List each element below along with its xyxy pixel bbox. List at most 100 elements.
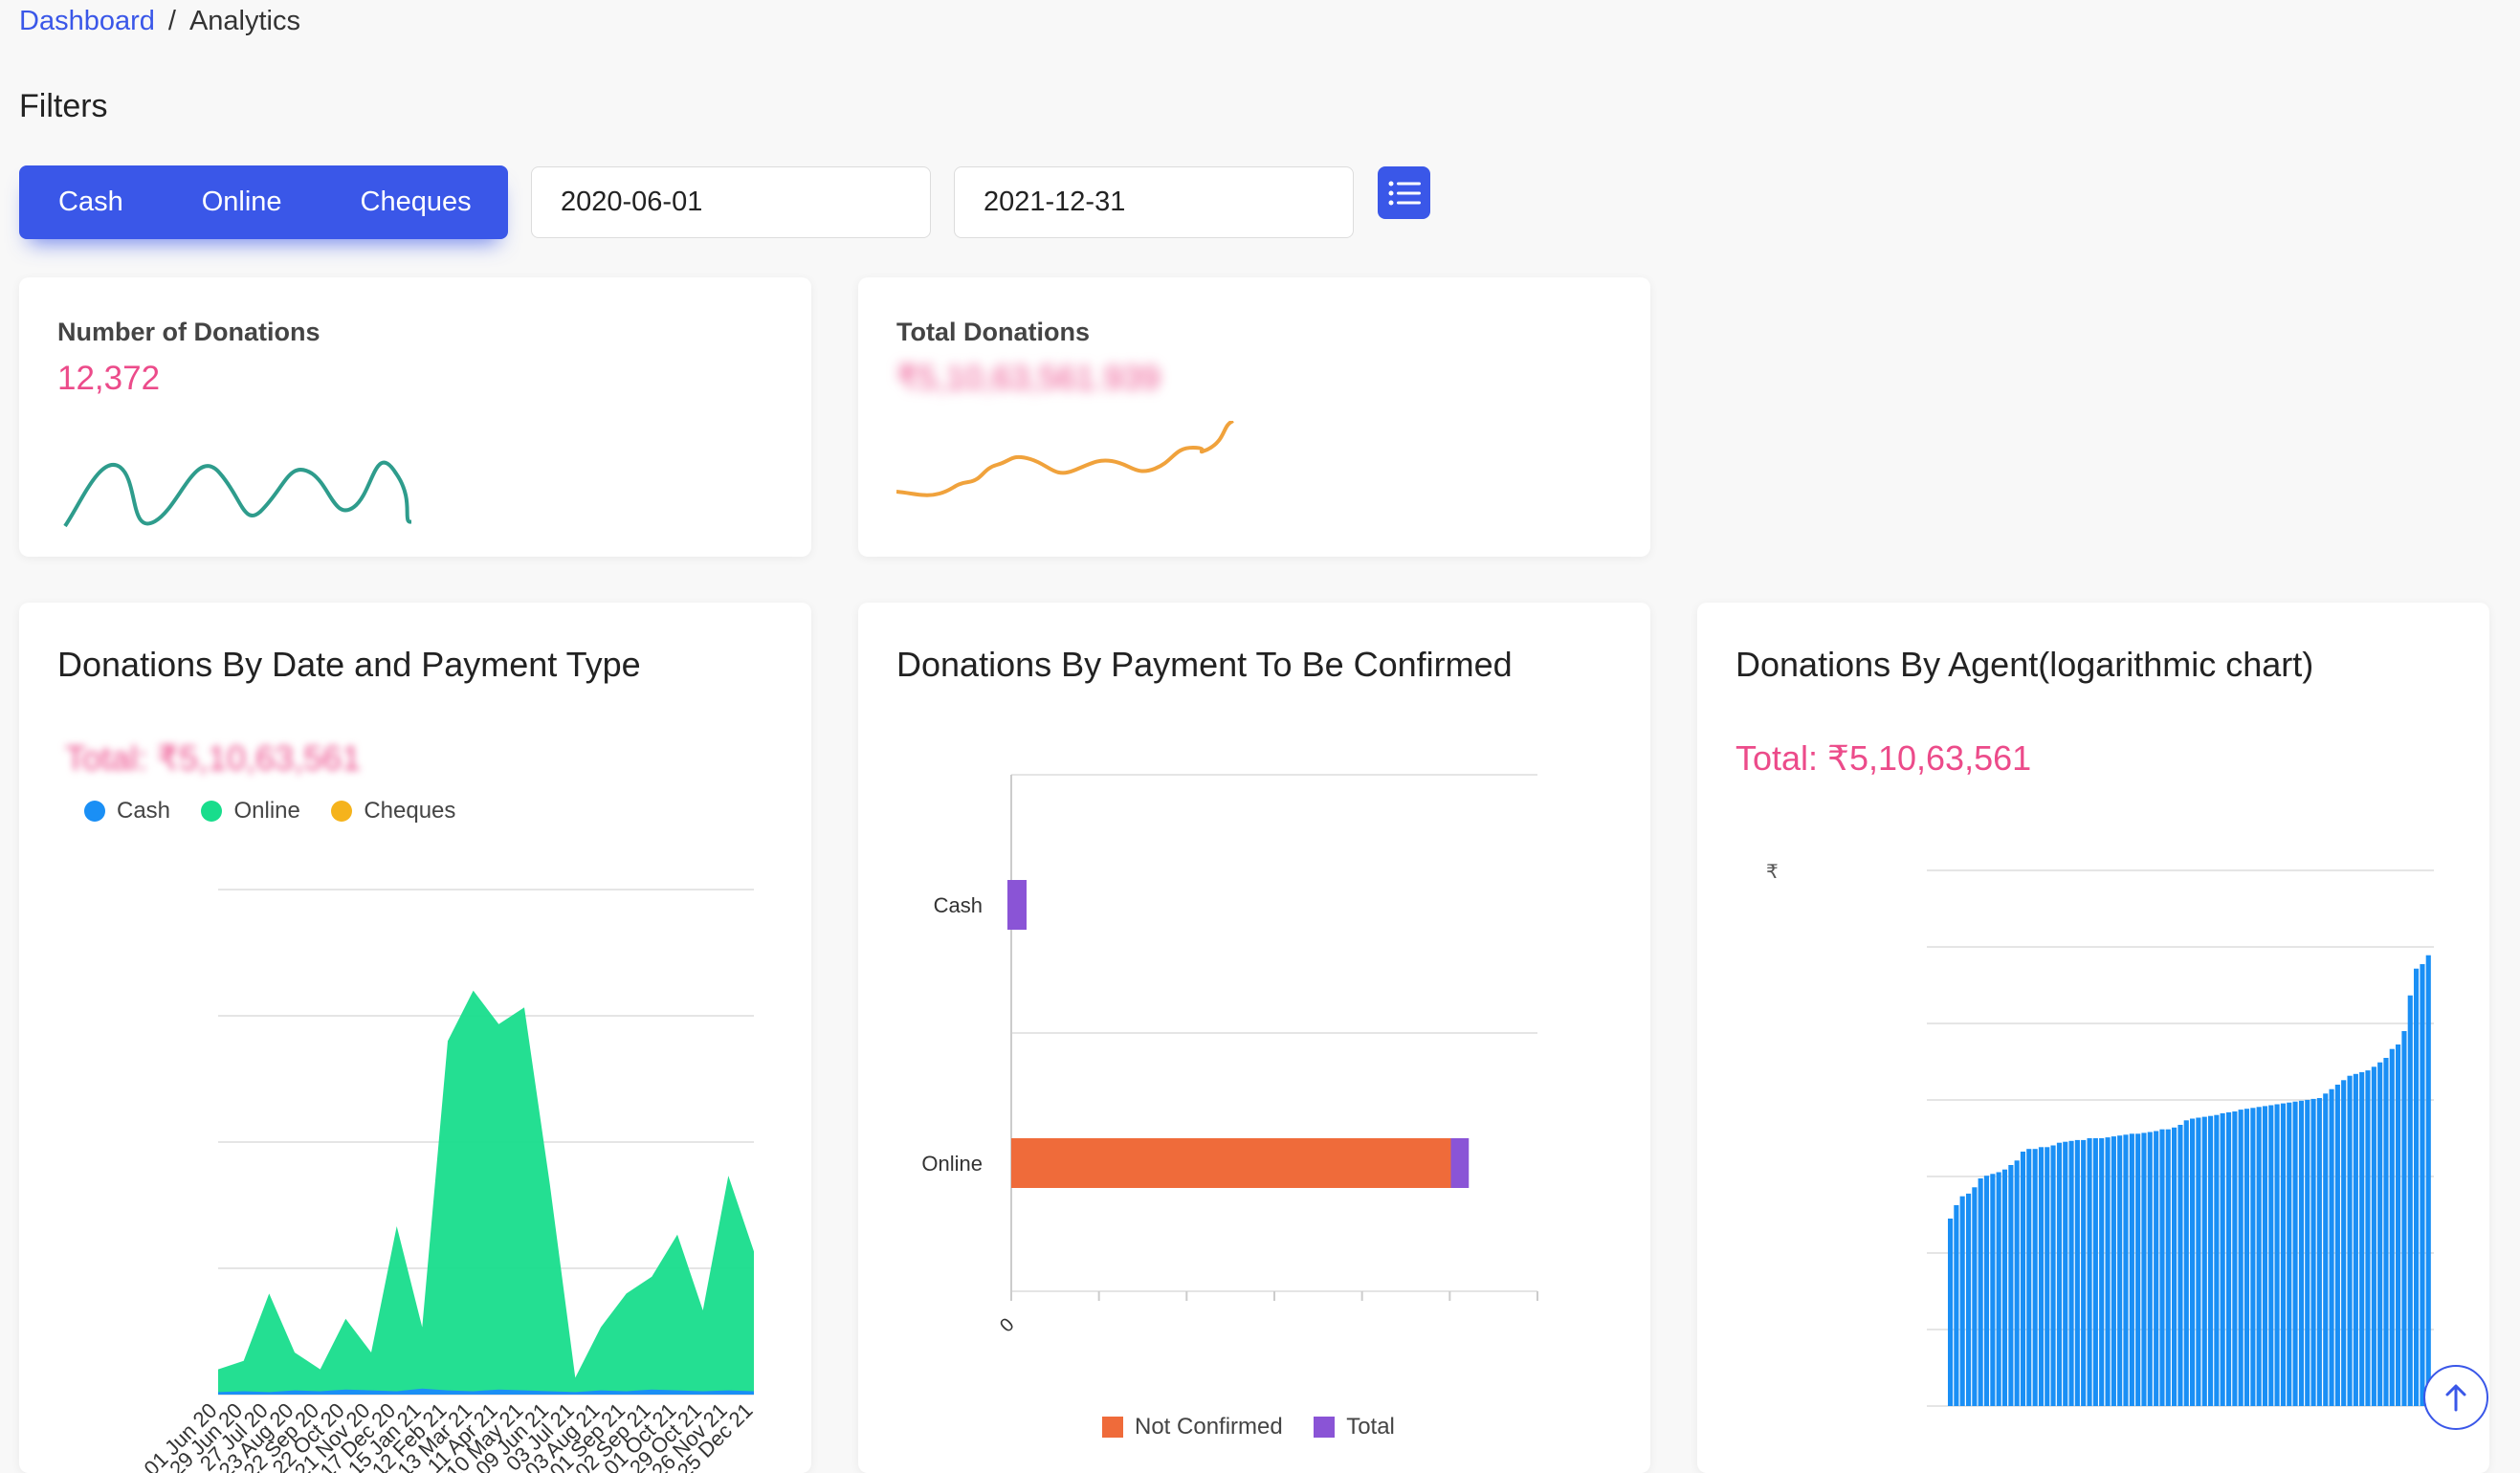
agent-bar xyxy=(2274,1104,2280,1406)
agent-bar xyxy=(2244,1109,2250,1406)
agent-bar xyxy=(2129,1133,2134,1406)
agent-bar xyxy=(2117,1135,2123,1406)
number-of-donations-label: Number of Donations xyxy=(57,318,321,346)
legend-item-cash[interactable]: Cash xyxy=(84,798,170,824)
agent-bar xyxy=(2268,1105,2274,1406)
agent-bar xyxy=(2201,1116,2207,1406)
agent-bar xyxy=(2425,955,2431,1406)
start-date-input[interactable] xyxy=(531,166,931,238)
agent-bar xyxy=(2068,1140,2074,1406)
x-tick-label: 0 xyxy=(996,1314,1018,1336)
agent-bar xyxy=(2208,1115,2214,1406)
agent-bar xyxy=(2377,1062,2383,1406)
donations-by-date-chart: 01 Jun 2029 Jun 2027 Jul 2023 Aug 2022 S… xyxy=(140,889,758,1473)
filters-title: Filters xyxy=(19,88,108,124)
agent-bar xyxy=(2063,1141,2068,1406)
y-category-label: Online xyxy=(921,1152,983,1176)
agent-bar xyxy=(2298,1100,2305,1406)
agent-bar xyxy=(2001,1169,2008,1406)
agent-bar xyxy=(1954,1205,1959,1406)
end-date-input[interactable] xyxy=(954,166,1354,238)
agent-bar xyxy=(1983,1176,1990,1406)
legend-dot-cheques xyxy=(331,801,353,822)
legend-label-online: Online xyxy=(233,798,300,824)
agent-bar xyxy=(2347,1075,2353,1406)
agent-bar xyxy=(2334,1085,2340,1406)
agent-bar xyxy=(2414,968,2420,1406)
agent-bar xyxy=(2177,1125,2183,1406)
list-view-button[interactable] xyxy=(1378,166,1430,219)
legend-dot-cash xyxy=(84,801,105,822)
donations-by-date-total: Total: ₹5,10,63,561 xyxy=(65,738,361,779)
agent-bar xyxy=(2123,1134,2129,1406)
breadcrumb: Dashboard / Analytics xyxy=(19,6,300,37)
agent-bar xyxy=(2045,1147,2050,1406)
breadcrumb-dashboard-link[interactable]: Dashboard xyxy=(19,6,155,36)
agent-bar xyxy=(2008,1165,2014,1406)
legend-item-online[interactable]: Online xyxy=(201,798,300,824)
payment-to-be-confirmed-title: Donations By Payment To Be Confirmed xyxy=(896,645,1513,684)
agent-bar xyxy=(2316,1098,2322,1406)
agent-bar xyxy=(2196,1117,2201,1406)
agent-bar xyxy=(2420,964,2425,1406)
cash-toggle-button[interactable]: Cash xyxy=(19,187,163,218)
agent-bar xyxy=(2359,1071,2365,1406)
agent-bar xyxy=(2165,1129,2171,1406)
agent-bar xyxy=(2389,1048,2395,1406)
legend-item-cheques[interactable]: Cheques xyxy=(331,798,455,824)
cheques-toggle-button[interactable]: Cheques xyxy=(321,187,511,218)
agent-bar xyxy=(2226,1111,2232,1406)
agent-bar xyxy=(2135,1133,2141,1406)
agent-bar xyxy=(1948,1219,1954,1406)
legend-swatch-total xyxy=(1314,1417,1336,1438)
donations-by-date-total-text: Total: ₹5,10,63,561 xyxy=(65,738,362,778)
agent-bar xyxy=(2190,1118,2196,1406)
payment-to-be-confirmed-legend: Not Confirmed Total xyxy=(1102,1414,1422,1442)
series-online-area xyxy=(218,990,754,1395)
agent-bar xyxy=(1978,1178,1983,1406)
agent-bar xyxy=(2159,1129,2165,1406)
bar-total xyxy=(1007,880,1027,930)
legend-label-cash: Cash xyxy=(117,798,171,824)
agent-bar xyxy=(2220,1112,2225,1406)
total-donations-card: Total Donations ₹5,10,63,561.939 xyxy=(858,277,1650,557)
legend-item-not-confirmed[interactable]: Not Confirmed xyxy=(1102,1414,1283,1440)
scroll-to-top-button[interactable] xyxy=(2423,1365,2488,1430)
donations-by-agent-chart: ₹ xyxy=(1766,862,2434,1407)
agent-bar xyxy=(2256,1107,2262,1406)
agent-bar xyxy=(2280,1103,2287,1406)
agent-bar xyxy=(2099,1138,2105,1406)
donations-by-agent-title: Donations By Agent(logarithmic chart) xyxy=(1735,645,2314,684)
donations-total-sparkline xyxy=(896,421,1235,497)
agent-bar xyxy=(2032,1149,2038,1406)
legend-item-total[interactable]: Total xyxy=(1314,1414,1395,1440)
agent-bar xyxy=(1990,1174,1996,1406)
payment-to-be-confirmed-card: Donations By Payment To Be Confirmed Cas… xyxy=(858,603,1650,1473)
bar-not-confirmed xyxy=(1011,1138,1451,1188)
agent-bar xyxy=(2154,1131,2159,1406)
agent-bar xyxy=(2050,1145,2056,1406)
agent-bar xyxy=(2111,1136,2116,1406)
y-axis-currency-symbol: ₹ xyxy=(1766,862,1779,883)
agent-bar xyxy=(2287,1102,2292,1406)
agent-bar xyxy=(2232,1111,2238,1406)
agent-bar xyxy=(2407,995,2413,1406)
y-category-label: Cash xyxy=(934,893,983,917)
donations-count-sparkline xyxy=(63,460,411,528)
online-toggle-button[interactable]: Online xyxy=(163,187,321,218)
agent-bar xyxy=(2014,1160,2020,1406)
agent-bar xyxy=(2026,1149,2032,1406)
arrow-up-icon xyxy=(2445,1384,2466,1412)
agent-bar xyxy=(2401,1031,2407,1406)
legend-label-not-confirmed: Not Confirmed xyxy=(1135,1414,1283,1440)
bar-total xyxy=(1450,1138,1470,1188)
donations-by-date-title: Donations By Date and Payment Type xyxy=(57,645,641,684)
agent-bar xyxy=(2250,1108,2256,1406)
agent-bar xyxy=(2147,1132,2153,1406)
agent-bar xyxy=(2172,1127,2177,1406)
legend-dot-online xyxy=(201,801,223,822)
agent-bar xyxy=(1959,1196,1965,1406)
agent-bar xyxy=(2383,1058,2389,1406)
donations-by-agent-card: Donations By Agent(logarithmic chart) To… xyxy=(1697,603,2489,1473)
breadcrumb-separator: / xyxy=(167,6,176,36)
